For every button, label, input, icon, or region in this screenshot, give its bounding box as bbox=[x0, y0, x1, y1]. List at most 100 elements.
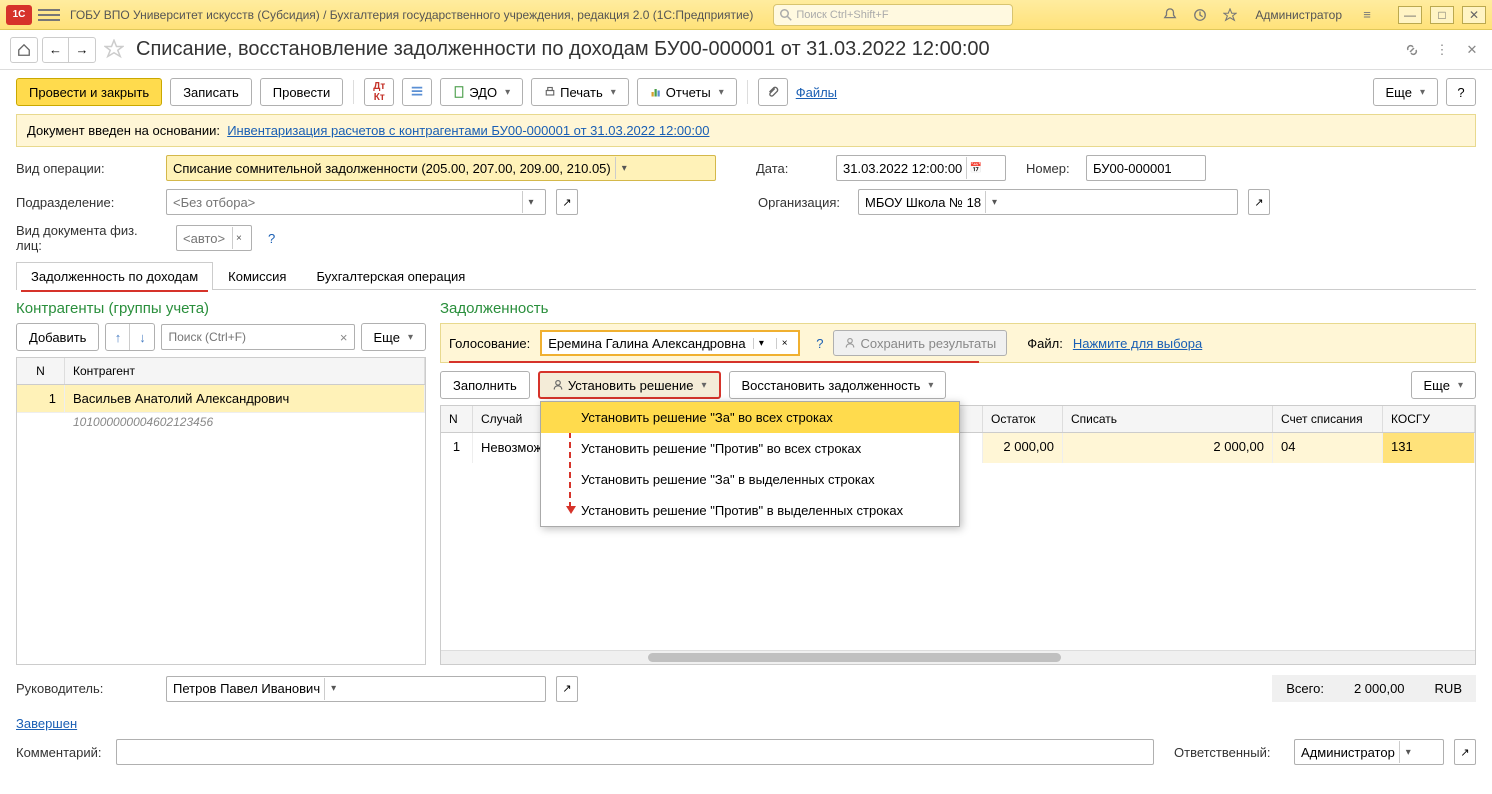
doc-header: ← → Списание, восстановление задолженнос… bbox=[0, 30, 1492, 70]
head-label: Руководитель: bbox=[16, 681, 156, 696]
titlebar-actions: Администратор ≡ — □ ✕ bbox=[1161, 6, 1486, 24]
date-field[interactable]: 31.03.2022 12:00:00 📅 bbox=[836, 155, 1006, 181]
move-up-button[interactable]: ↑ bbox=[106, 324, 130, 350]
col-n: N bbox=[17, 358, 65, 384]
open-ref-button[interactable]: ↗ bbox=[1248, 189, 1270, 215]
open-ref-button[interactable]: ↗ bbox=[556, 676, 578, 702]
more-button[interactable]: Еще bbox=[1411, 371, 1476, 399]
favorite-icon[interactable] bbox=[104, 39, 126, 61]
dropdown-icon[interactable]: ▾ bbox=[324, 678, 342, 700]
home-button[interactable] bbox=[10, 37, 38, 63]
menu-item-against-all[interactable]: Установить решение "Против" во всех стро… bbox=[541, 433, 959, 464]
comment-field[interactable] bbox=[116, 739, 1154, 765]
forward-button[interactable]: → bbox=[69, 38, 95, 62]
bell-icon[interactable] bbox=[1161, 6, 1179, 24]
file-link[interactable]: Нажмите для выбора bbox=[1073, 336, 1202, 351]
report-icon bbox=[650, 86, 662, 98]
dropdown-icon[interactable]: ▾ bbox=[615, 157, 633, 179]
voting-label: Голосование: bbox=[449, 336, 530, 351]
dept-field[interactable]: ▾ bbox=[166, 189, 546, 215]
doc-type-field[interactable]: × bbox=[176, 225, 252, 251]
clear-icon[interactable]: × bbox=[340, 330, 348, 345]
menu-item-for-all[interactable]: Установить решение "За" во всех строках bbox=[541, 402, 959, 433]
set-decision-button[interactable]: Установить решение bbox=[538, 371, 721, 399]
clear-icon[interactable]: × bbox=[232, 227, 245, 249]
global-search[interactable]: Поиск Ctrl+Shift+F bbox=[773, 4, 1013, 26]
tab-debt[interactable]: Задолженность по доходам bbox=[16, 262, 213, 290]
files-link[interactable]: Файлы bbox=[796, 85, 837, 100]
tab-commission[interactable]: Комиссия bbox=[213, 262, 301, 290]
dropdown-icon[interactable]: ▾ bbox=[753, 338, 769, 349]
link-icon[interactable] bbox=[1402, 40, 1422, 60]
attach-icon[interactable] bbox=[758, 78, 788, 106]
completed-link[interactable]: Завершен bbox=[16, 716, 77, 731]
save-button[interactable]: Записать bbox=[170, 78, 252, 106]
save-results-button[interactable]: Сохранить результаты bbox=[833, 330, 1007, 356]
horizontal-scrollbar[interactable] bbox=[441, 650, 1475, 664]
star-icon[interactable] bbox=[1221, 6, 1239, 24]
number-field[interactable]: БУ00-000001 bbox=[1086, 155, 1206, 181]
more-button[interactable]: Еще bbox=[361, 323, 426, 351]
menu-icon[interactable] bbox=[38, 4, 60, 26]
dropdown-icon[interactable]: ▾ bbox=[985, 191, 1003, 213]
maximize-button[interactable]: □ bbox=[1430, 6, 1454, 24]
help-icon[interactable]: ? bbox=[816, 336, 823, 351]
settings-icon[interactable]: ≡ bbox=[1358, 6, 1376, 24]
dropdown-icon[interactable]: ▾ bbox=[1399, 741, 1417, 763]
open-ref-button[interactable]: ↗ bbox=[1454, 739, 1476, 765]
post-close-button[interactable]: Провести и закрыть bbox=[16, 78, 162, 106]
dtkt-icon[interactable]: ДтКт bbox=[364, 78, 394, 106]
minimize-button[interactable]: — bbox=[1398, 6, 1422, 24]
op-type-field[interactable]: Списание сомнительной задолженности (205… bbox=[166, 155, 716, 181]
doc-type-label: Вид документа физ. лиц: bbox=[16, 223, 166, 253]
main-content: Контрагенты (группы учета) Добавить ↑ ↓ … bbox=[16, 300, 1476, 665]
open-ref-button[interactable]: ↗ bbox=[556, 189, 578, 215]
add-button[interactable]: Добавить bbox=[16, 323, 99, 351]
history-icon[interactable] bbox=[1191, 6, 1209, 24]
restore-debt-button[interactable]: Восстановить задолженность bbox=[729, 371, 947, 399]
reports-button[interactable]: Отчеты bbox=[637, 78, 737, 106]
head-field[interactable]: Петров Павел Иванович ▾ bbox=[166, 676, 546, 702]
number-label: Номер: bbox=[1026, 161, 1076, 176]
banner-label: Документ введен на основании: bbox=[27, 123, 220, 138]
basis-link[interactable]: Инвентаризация расчетов с контрагентами … bbox=[227, 123, 709, 138]
close-doc-icon[interactable]: ✕ bbox=[1462, 40, 1482, 60]
search-icon bbox=[780, 9, 792, 21]
fill-button[interactable]: Заполнить bbox=[440, 371, 530, 399]
edo-button[interactable]: ЭДО bbox=[440, 78, 523, 106]
back-button[interactable]: ← bbox=[43, 38, 69, 62]
contractors-title: Контрагенты (группы учета) bbox=[16, 300, 426, 317]
menu-item-against-selected[interactable]: Установить решение "Против" в выделенных… bbox=[541, 495, 959, 526]
more-icon[interactable]: ⋮ bbox=[1432, 40, 1452, 60]
total-box: Всего: 2 000,00 RUB bbox=[1272, 675, 1476, 702]
print-button[interactable]: Печать bbox=[531, 78, 629, 106]
user-name[interactable]: Администратор bbox=[1255, 8, 1342, 22]
app-title: ГОБУ ВПО Университет искусств (Субсидия)… bbox=[70, 8, 753, 22]
more-button[interactable]: Еще bbox=[1373, 78, 1438, 106]
op-type-label: Вид операции: bbox=[16, 161, 156, 176]
org-field[interactable]: МБОУ Школа № 18 ▾ bbox=[858, 189, 1238, 215]
post-button[interactable]: Провести bbox=[260, 78, 344, 106]
close-window-button[interactable]: ✕ bbox=[1462, 6, 1486, 24]
main-toolbar: Провести и закрыть Записать Провести ДтК… bbox=[0, 70, 1492, 114]
voter-field[interactable]: Еремина Галина Александровна ▾ × bbox=[540, 330, 800, 356]
tab-accounting[interactable]: Бухгалтерская операция bbox=[301, 262, 480, 290]
help-icon[interactable]: ? bbox=[268, 231, 275, 246]
contractor-search[interactable]: × bbox=[161, 324, 354, 350]
list-icon[interactable] bbox=[402, 78, 432, 106]
file-label: Файл: bbox=[1027, 336, 1063, 351]
menu-item-for-selected[interactable]: Установить решение "За" в выделенных стр… bbox=[541, 464, 959, 495]
responsible-field[interactable]: Администратор ▾ bbox=[1294, 739, 1444, 765]
form-area: Вид операции: Списание сомнительной задо… bbox=[0, 155, 1492, 253]
help-button[interactable]: ? bbox=[1446, 78, 1476, 106]
contractor-id: 101000000004602123456 bbox=[17, 413, 425, 435]
clear-icon[interactable]: × bbox=[776, 338, 792, 349]
dropdown-icon[interactable]: ▾ bbox=[522, 191, 539, 213]
calendar-icon[interactable]: 📅 bbox=[966, 157, 984, 179]
dept-label: Подразделение: bbox=[16, 195, 156, 210]
table-row[interactable]: 1 Васильев Анатолий Александрович bbox=[17, 385, 425, 413]
move-down-button[interactable]: ↓ bbox=[130, 324, 154, 350]
org-label: Организация: bbox=[758, 195, 848, 210]
person-icon bbox=[552, 379, 564, 391]
footer: Руководитель: Петров Павел Иванович ▾ ↗ … bbox=[0, 665, 1492, 712]
